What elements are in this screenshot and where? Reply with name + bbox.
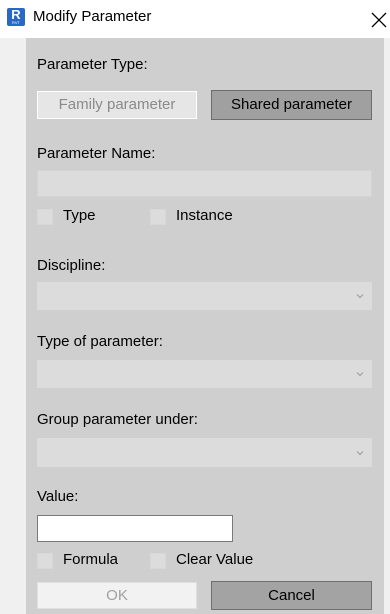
instance-checkbox[interactable] — [150, 209, 166, 225]
type-of-parameter-dropdown[interactable] — [37, 360, 372, 388]
family-parameter-button[interactable]: Family parameter — [37, 91, 197, 119]
discipline-dropdown[interactable] — [37, 282, 372, 310]
type-checkbox-label: Type — [63, 207, 96, 224]
title-bar: R RVT Modify Parameter — [0, 0, 390, 38]
ok-button[interactable]: OK — [37, 582, 197, 609]
discipline-label: Discipline: — [37, 257, 106, 274]
window-title: Modify Parameter — [33, 8, 152, 25]
instance-checkbox-label: Instance — [176, 207, 233, 224]
parameter-name-field[interactable] — [37, 170, 372, 197]
parameter-name-label: Parameter Name: — [37, 145, 156, 162]
formula-checkbox-label: Formula — [63, 551, 119, 568]
clear-value-checkbox-label: Clear Value — [176, 551, 254, 568]
parameter-type-label: Parameter Type: — [37, 56, 148, 73]
chevron-down-icon — [356, 372, 364, 377]
group-parameter-under-dropdown[interactable] — [37, 438, 372, 467]
app-icon-sub: RVT — [12, 20, 20, 25]
chevron-down-icon — [356, 294, 364, 299]
chevron-down-icon — [356, 450, 364, 455]
type-of-parameter-label: Type of parameter: — [37, 333, 163, 350]
shared-parameter-button[interactable]: Shared parameter — [211, 90, 372, 120]
revit-app-icon: R RVT — [7, 7, 25, 26]
close-icon[interactable] — [368, 2, 390, 36]
cancel-button[interactable]: Cancel — [211, 581, 372, 610]
group-parameter-under-label: Group parameter under: — [37, 411, 198, 428]
type-checkbox[interactable] — [37, 209, 53, 225]
clear-value-checkbox[interactable] — [150, 553, 166, 569]
formula-checkbox[interactable] — [37, 553, 53, 569]
value-field[interactable] — [37, 515, 233, 542]
value-label: Value: — [37, 488, 79, 505]
